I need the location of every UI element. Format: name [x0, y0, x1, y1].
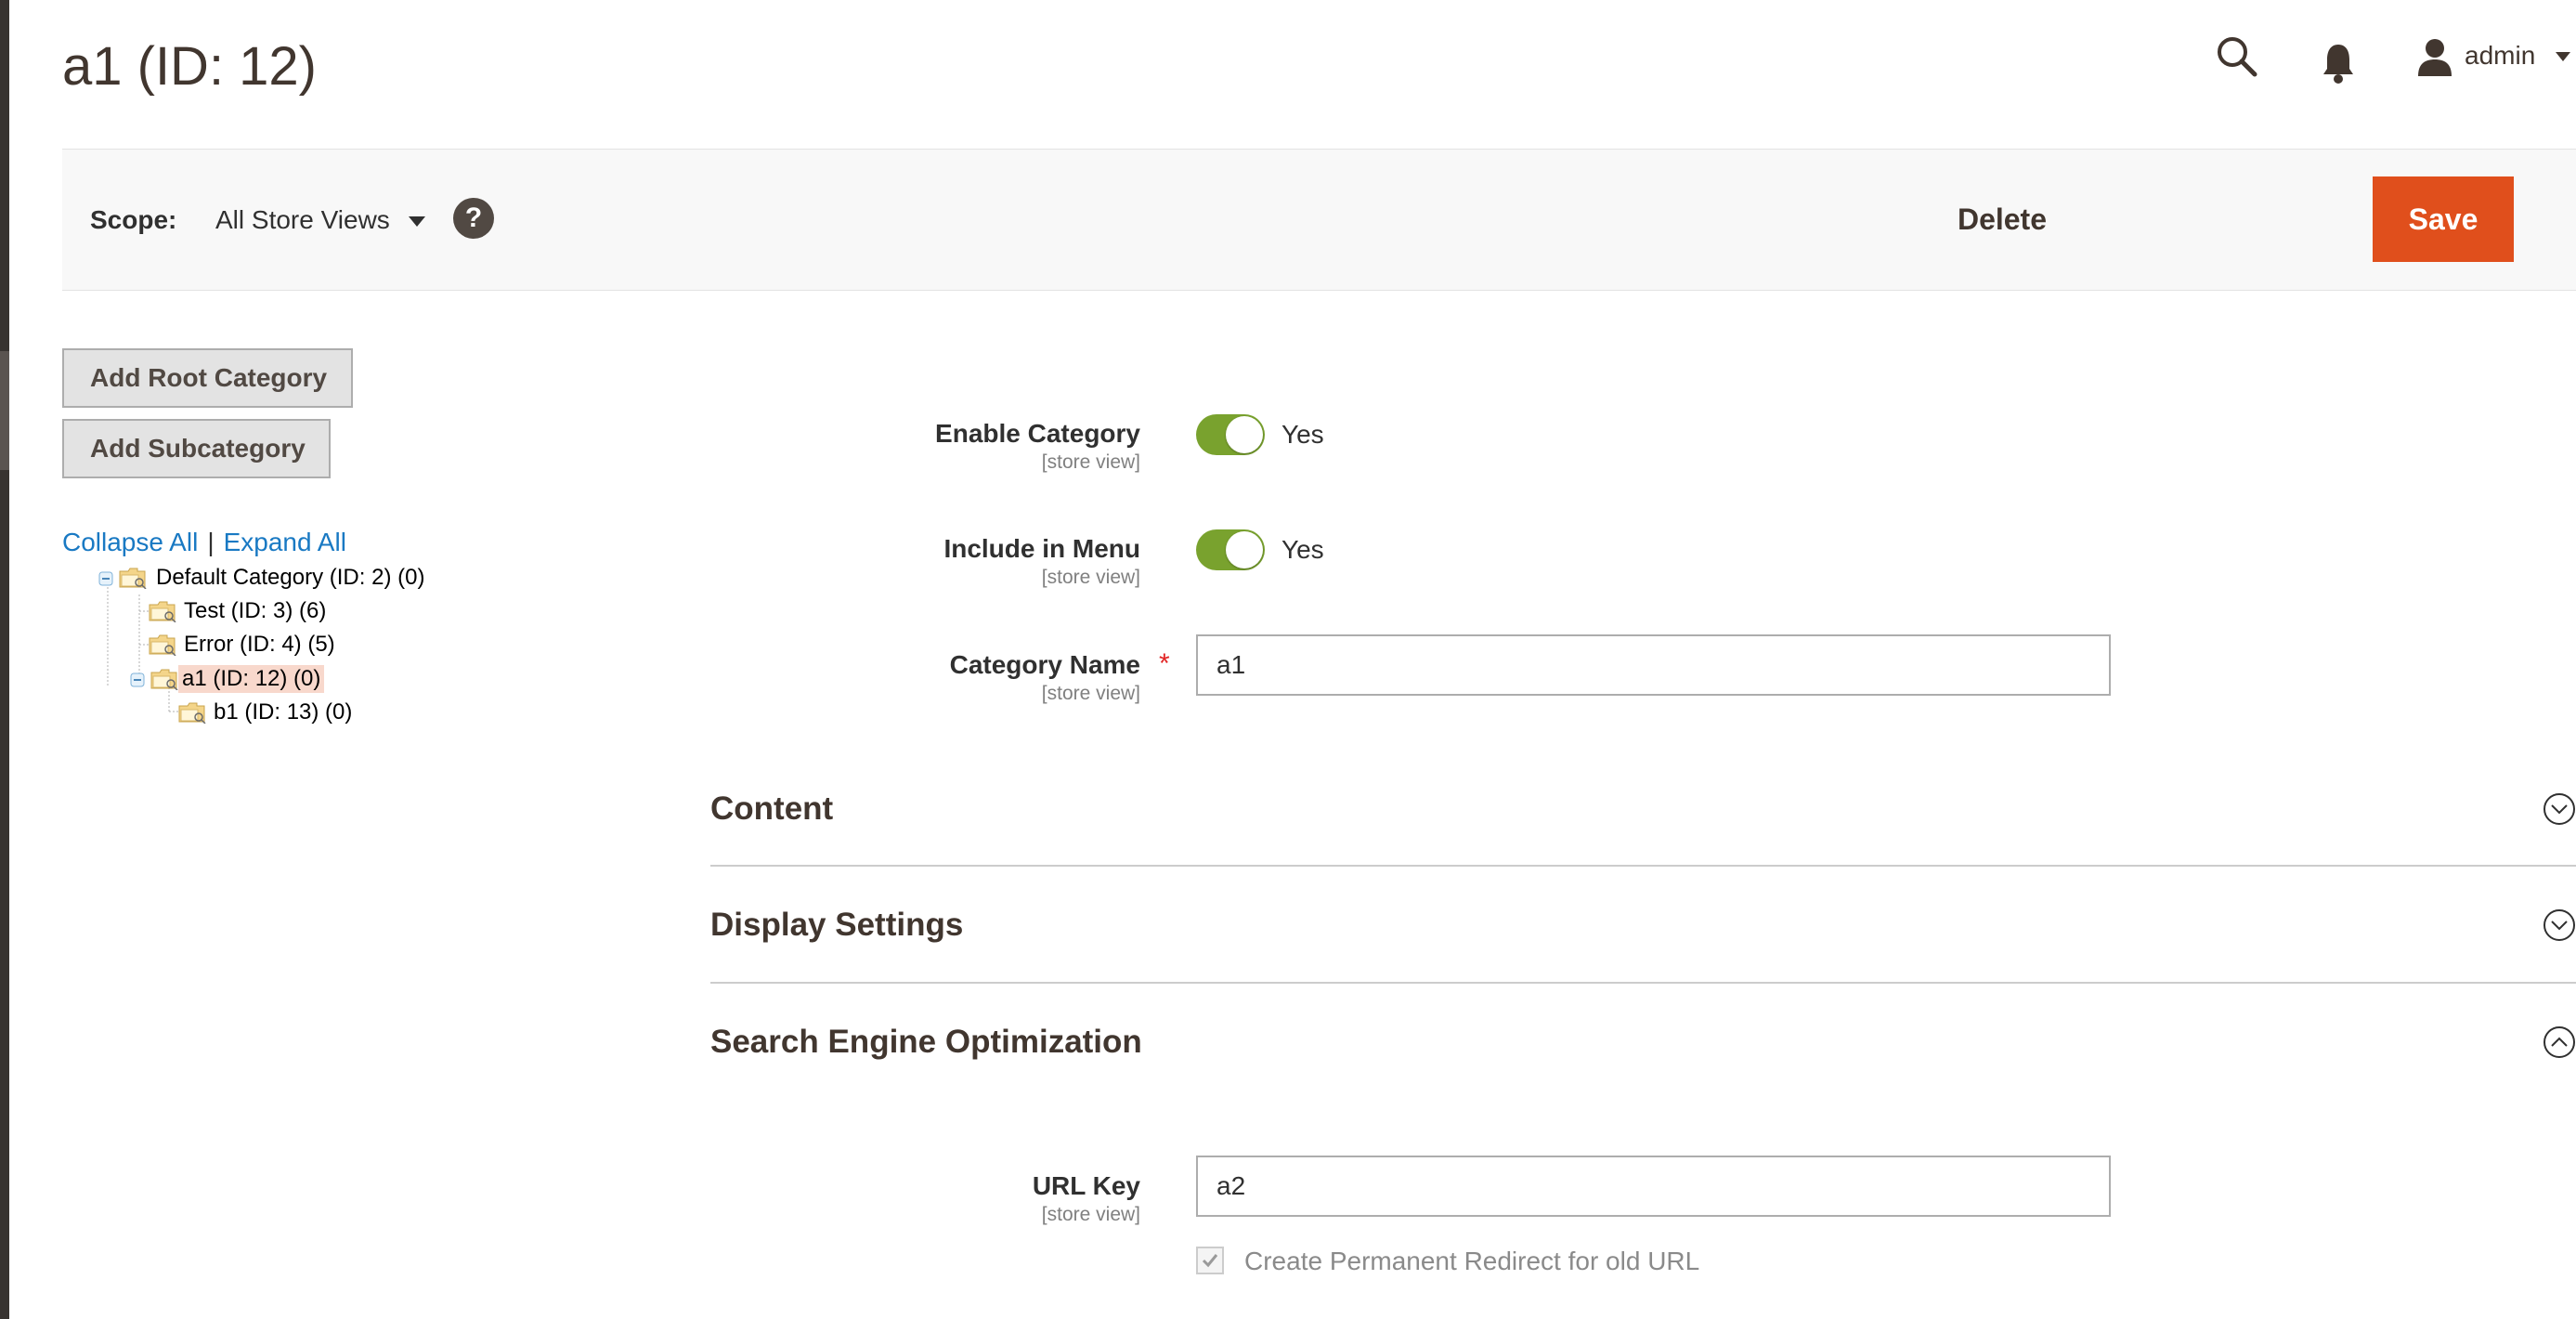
- caret-down-icon: [408, 216, 425, 228]
- section-divider: [710, 982, 2576, 984]
- section-divider: [710, 865, 2576, 867]
- page-actions-bar: Scope: All Store Views ? Delete: [62, 149, 2576, 291]
- toggle-knob: [1226, 416, 1263, 453]
- bell-icon[interactable]: [2320, 41, 2357, 85]
- save-button[interactable]: Save: [2373, 176, 2514, 262]
- collapse-toggle-icon[interactable]: [130, 673, 145, 687]
- user-icon[interactable]: [2416, 37, 2453, 78]
- tree-node-default-category[interactable]: Default Category (ID: 2) (0): [98, 564, 428, 592]
- chevron-down-circle-icon[interactable]: [2543, 908, 2576, 942]
- section-title: Search Engine Optimization: [710, 1024, 1142, 1060]
- checkmark-icon: [1202, 1254, 1218, 1268]
- url-key-label: URL Key: [1032, 1171, 1140, 1200]
- enable-category-toggle[interactable]: [1196, 414, 1265, 455]
- include-in-menu-toggle[interactable]: [1196, 529, 1265, 570]
- enable-category-scope: [store view]: [1041, 451, 1140, 473]
- folder-icon: [119, 568, 147, 589]
- redirect-checkbox-label: Create Permanent Redirect for old URL: [1244, 1247, 1700, 1275]
- collapse-toggle-icon[interactable]: [98, 571, 113, 586]
- redirect-checkbox[interactable]: [1196, 1247, 1224, 1274]
- delete-button[interactable]: Delete: [1958, 202, 2047, 237]
- include-in-menu-value: Yes: [1281, 535, 1324, 564]
- required-marker: *: [1159, 648, 1170, 679]
- chevron-up-circle-icon[interactable]: [2543, 1025, 2576, 1059]
- category-name-label: Category Name: [949, 650, 1140, 679]
- enable-category-label: Enable Category: [935, 419, 1140, 448]
- tree-node-test[interactable]: Test (ID: 3) (6): [149, 597, 330, 625]
- tree-node-label: b1 (ID: 13) (0): [214, 699, 353, 725]
- category-name-input[interactable]: a1: [1196, 634, 2111, 696]
- tree-node-error[interactable]: Error (ID: 4) (5): [149, 631, 339, 659]
- toggle-knob: [1226, 531, 1263, 568]
- search-icon[interactable]: [2214, 33, 2258, 78]
- section-title: Display Settings: [710, 907, 964, 943]
- tree-node-b1[interactable]: b1 (ID: 13) (0): [178, 699, 356, 726]
- folder-icon: [178, 702, 206, 724]
- folder-icon: [149, 634, 176, 656]
- chevron-down-icon[interactable]: [2556, 52, 2570, 61]
- folder-icon: [150, 669, 178, 690]
- section-search-engine-optimization[interactable]: Search Engine Optimization: [710, 1018, 2576, 1074]
- enable-category-value: Yes: [1281, 420, 1324, 449]
- tree-node-label: Error (ID: 4) (5): [184, 632, 335, 657]
- tree-node-label: a1 (ID: 12) (0): [178, 665, 325, 693]
- folder-icon: [149, 601, 176, 622]
- url-key-input[interactable]: a2: [1196, 1156, 2111, 1217]
- include-in-menu-label: Include in Menu: [943, 534, 1140, 563]
- url-key-scope: [store view]: [1041, 1204, 1140, 1225]
- section-content[interactable]: Content: [710, 785, 2576, 841]
- include-in-menu-scope: [store view]: [1041, 567, 1140, 588]
- help-icon[interactable]: ?: [453, 198, 494, 239]
- user-menu-name[interactable]: admin: [2465, 41, 2535, 71]
- tree-node-a1[interactable]: a1 (ID: 12) (0): [130, 665, 325, 693]
- tree-node-label: Default Category (ID: 2) (0): [156, 565, 425, 590]
- section-title: Content: [710, 790, 834, 827]
- category-name-scope: [store view]: [1041, 683, 1140, 704]
- chevron-down-circle-icon[interactable]: [2543, 792, 2576, 826]
- tree-node-label: Test (ID: 3) (6): [184, 598, 327, 623]
- section-display-settings[interactable]: Display Settings: [710, 901, 2576, 957]
